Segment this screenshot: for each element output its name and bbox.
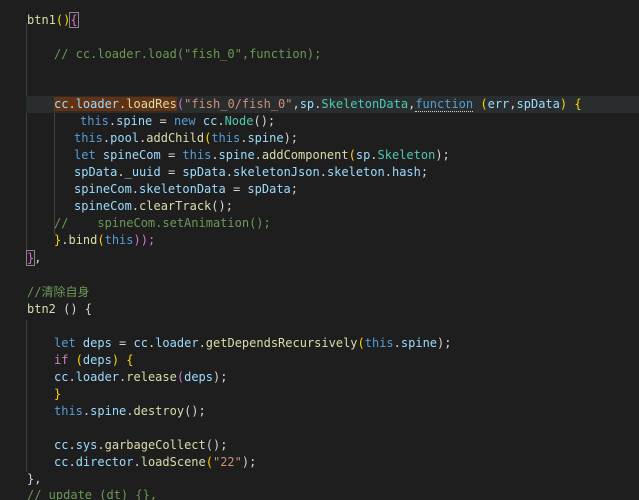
code-line[interactable]: if (deps) {: [0, 352, 639, 369]
code-line[interactable]: cc.sys.garbageCollect();: [0, 437, 639, 454]
keyword-function: function: [415, 97, 474, 112]
code-line[interactable]: cc.director.loadScene("22");: [0, 454, 639, 471]
code-line[interactable]: this.spine = new cc.Node();: [0, 113, 639, 130]
code-line[interactable]: cc.loader.loadRes("fish_0/fish_0",sp.Ske…: [0, 96, 639, 113]
code-comment: //清除自身: [27, 285, 90, 299]
code-editor[interactable]: btn1(){ // cc.loader.load("fish_0",funct…: [0, 0, 639, 500]
code-line[interactable]: spData._uuid = spData.skeletonJson.skele…: [0, 164, 639, 181]
code-line[interactable]: //清除自身: [0, 284, 639, 301]
code-line[interactable]: btn1(){: [0, 12, 639, 29]
code-comment: // spineCom.setAnimation();: [54, 216, 271, 230]
code-line[interactable]: let spineCom = this.spine.addComponent(s…: [0, 147, 639, 164]
function-name: btn1: [27, 13, 56, 27]
code-line[interactable]: // spineCom.setAnimation();: [0, 215, 639, 232]
code-line[interactable]: btn2 () {: [0, 301, 639, 318]
code-comment: // cc.loader.load("fish_0",function);: [54, 47, 322, 61]
code-line[interactable]: },: [0, 471, 639, 488]
function-name: btn2: [27, 302, 56, 316]
code-line[interactable]: }.bind(this));: [0, 232, 639, 249]
code-line[interactable]: this.pool.addChild(this.spine);: [0, 130, 639, 147]
code-line[interactable]: },: [0, 250, 639, 267]
code-line[interactable]: let deps = cc.loader.getDependsRecursive…: [0, 335, 639, 352]
code-line[interactable]: spineCom.clearTrack();: [0, 198, 639, 215]
code-line[interactable]: // update (dt) {},: [0, 487, 639, 500]
code-line[interactable]: // cc.loader.load("fish_0",function);: [0, 46, 639, 63]
code-line[interactable]: cc.loader.release(deps);: [0, 369, 639, 386]
code-line[interactable]: this.spine.destroy();: [0, 403, 639, 420]
code-line[interactable]: spineCom.skeletonData = spData;: [0, 181, 639, 198]
code-comment: // update (dt) {},: [27, 488, 158, 500]
bracket-match: {: [69, 12, 79, 28]
code-line[interactable]: }: [0, 386, 639, 403]
